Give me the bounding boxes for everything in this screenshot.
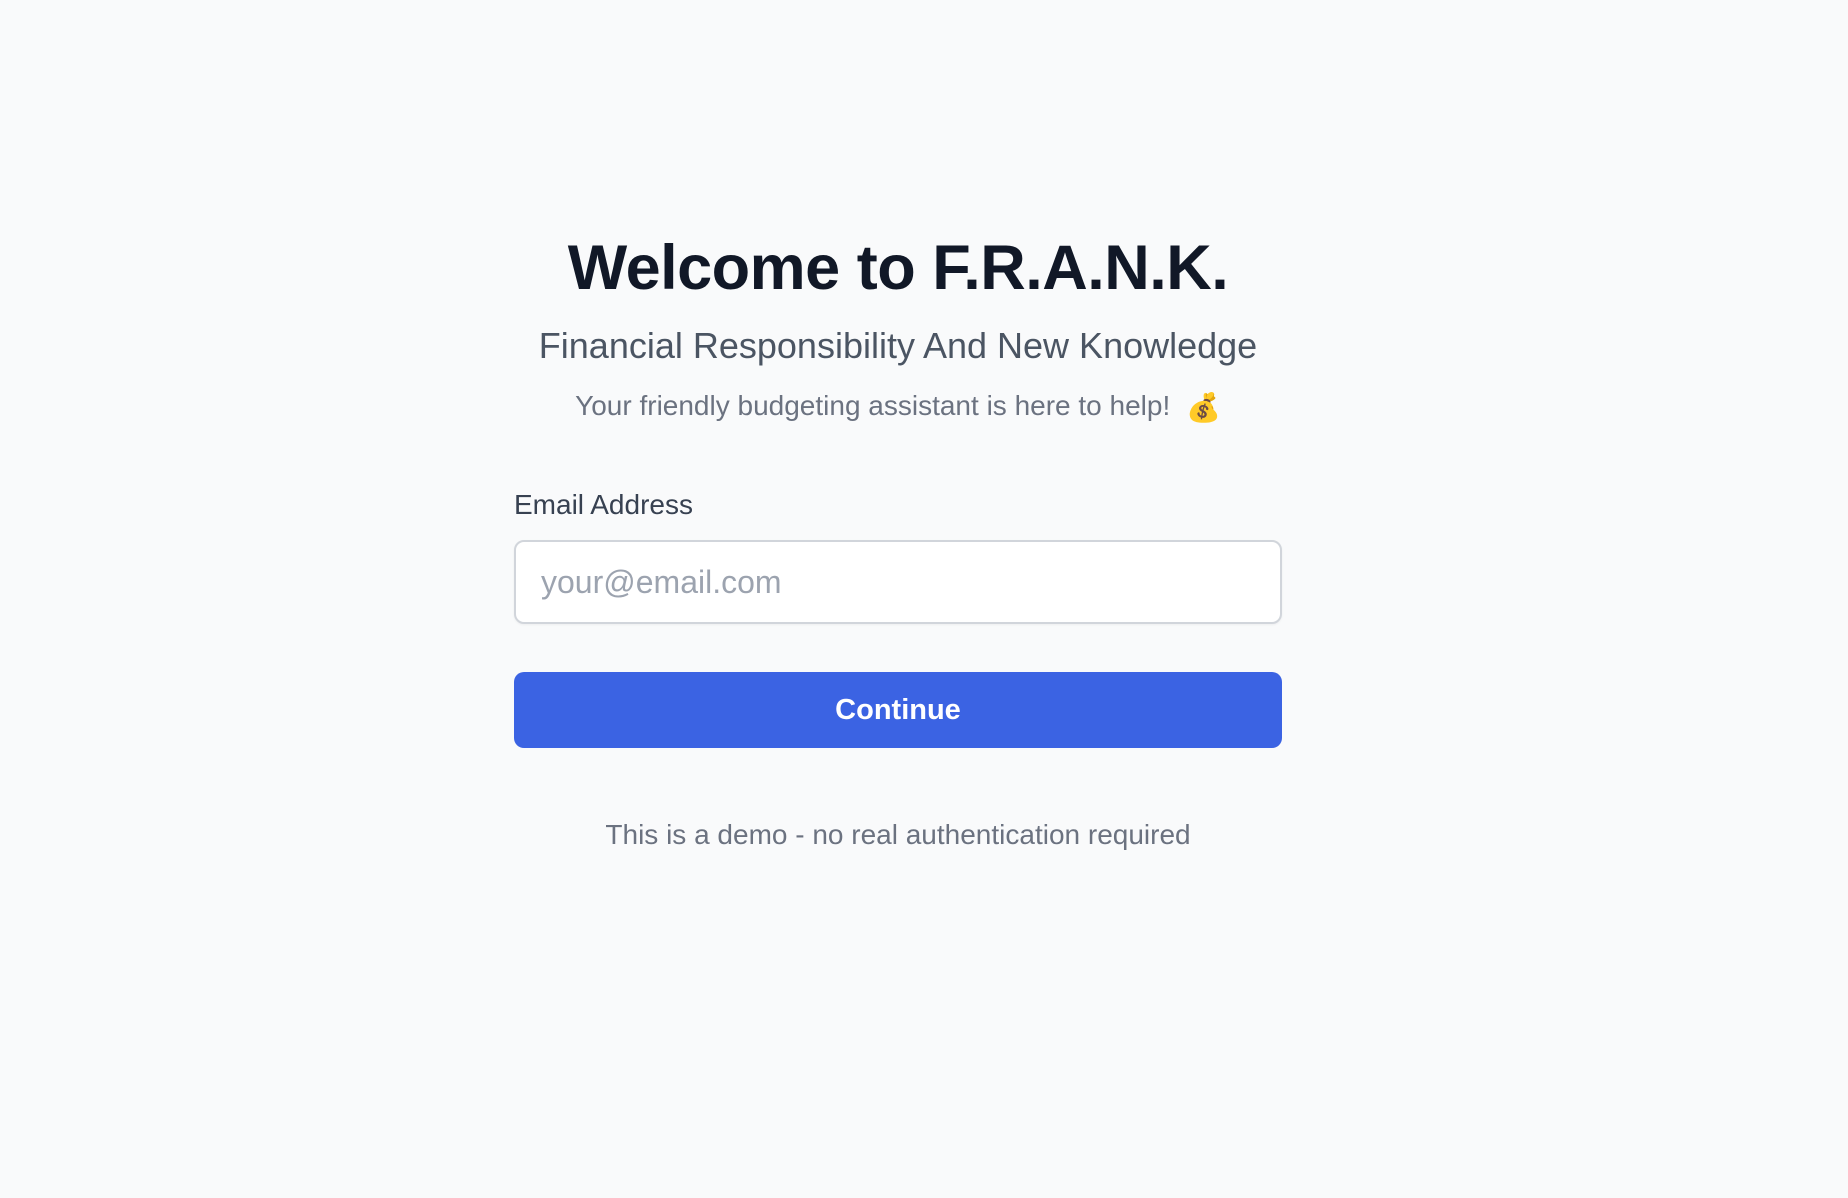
money-bag-icon: 💰: [1186, 392, 1221, 423]
login-form: Email Address Continue: [514, 488, 1282, 748]
email-label: Email Address: [514, 489, 693, 520]
email-field[interactable]: [514, 540, 1282, 624]
continue-button[interactable]: Continue: [514, 672, 1282, 748]
login-card: Welcome to F.R.A.N.K. Financial Responsi…: [514, 230, 1282, 852]
page-title: Welcome to F.R.A.N.K.: [567, 233, 1229, 303]
demo-note: This is a demo - no real authentication …: [605, 819, 1191, 850]
page-subtitle: Financial Responsibility And New Knowled…: [538, 325, 1258, 366]
tagline: Your friendly budgeting assistant is her…: [514, 388, 1282, 426]
tagline-text: Your friendly budgeting assistant is her…: [575, 390, 1171, 421]
